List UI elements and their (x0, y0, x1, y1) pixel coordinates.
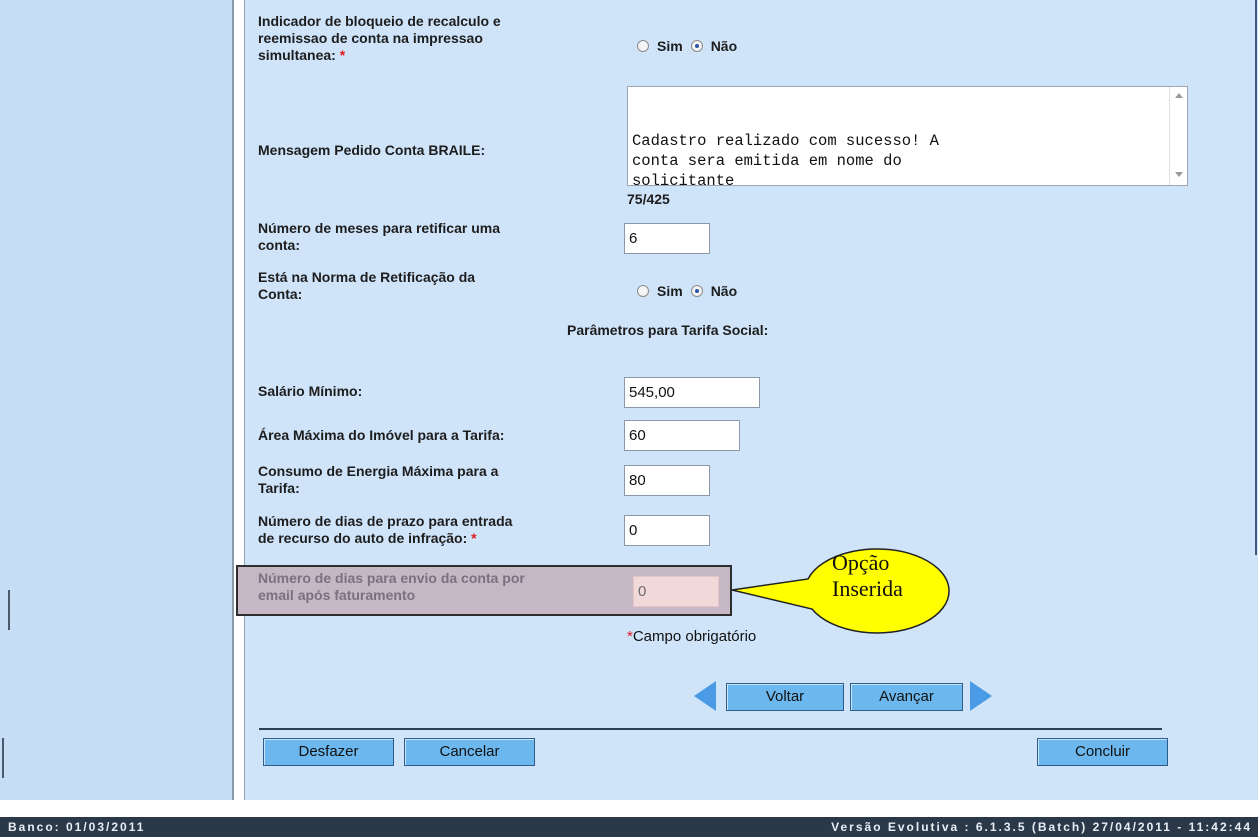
dias-envio-email-label-line1: Número de dias para envio da conta por (258, 570, 525, 586)
bloqueio-option-nao-label: Não (710, 38, 738, 54)
footer-gap (0, 800, 1258, 817)
consumo-energia-input[interactable]: 80 (624, 465, 710, 496)
norma-retificacao-label: Está na Norma de Retificação da Conta: (258, 269, 475, 303)
dias-recurso-label-line2: de recurso do auto de infração: (258, 530, 468, 546)
scroll-down-icon[interactable] (1175, 172, 1183, 177)
bloqueio-radio-sim[interactable] (637, 40, 649, 52)
left-sidebar (0, 0, 232, 800)
voltar-button[interactable]: Voltar (726, 683, 844, 711)
bloqueio-radio-group: Sim Não (637, 38, 745, 54)
mensagem-braile-label: Mensagem Pedido Conta BRAILE: (258, 142, 486, 158)
consumo-energia-label-line2: Tarifa: (258, 480, 300, 496)
arrow-right-icon[interactable] (970, 681, 992, 711)
required-note: *Campo obrigatório (627, 628, 756, 645)
left-edge-mark (8, 590, 10, 630)
norma-radio-nao[interactable] (690, 285, 703, 297)
area-maxima-input[interactable]: 60 (624, 420, 740, 451)
scroll-up-icon[interactable] (1175, 93, 1183, 98)
cancelar-button[interactable]: Cancelar (404, 738, 535, 766)
callout-text: Opção Inserida (832, 550, 903, 602)
dias-recurso-label-line1: Número de dias de prazo para entrada (258, 513, 513, 529)
form-panel-border (244, 0, 245, 800)
meses-retificar-label: Número de meses para retificar uma conta… (258, 220, 500, 254)
required-asterisk: * (471, 530, 477, 546)
callout-line1: Opção (832, 550, 890, 575)
dias-envio-email-label: Número de dias para envio da conta por e… (258, 570, 525, 604)
actions-divider (259, 728, 1162, 730)
bloqueio-label-line3: simultanea: (258, 47, 336, 63)
norma-retificacao-label-line2: Conta: (258, 286, 303, 302)
panel-right-border (1255, 0, 1257, 555)
char-counter: 75/425 (627, 191, 670, 207)
meses-retificar-input[interactable]: 6 (624, 223, 710, 254)
avancar-button[interactable]: Avançar (850, 683, 963, 711)
norma-retificacao-radio-group: Sim Não (637, 283, 745, 299)
required-asterisk: * (339, 47, 346, 63)
bloqueio-option-sim-label: Sim (657, 38, 683, 54)
desfazer-button[interactable]: Desfazer (263, 738, 394, 766)
salario-minimo-label: Salário Mínimo: (258, 383, 363, 399)
footer-versao: Versão Evolutiva : 6.1.3.5 (Batch) 27/04… (831, 820, 1252, 834)
consumo-energia-label: Consumo de Energia Máxima para a Tarifa: (258, 463, 498, 497)
bloqueio-label-line2: reemissao de conta na impressao (258, 30, 483, 46)
norma-retificacao-label-line1: Está na Norma de Retificação da (258, 269, 476, 285)
norma-option-nao-label: Não (710, 283, 738, 299)
meses-retificar-label-line1: Número de meses para retificar uma (258, 220, 500, 236)
dias-envio-email-label-line2: email após faturamento (258, 587, 416, 603)
dias-recurso-input[interactable]: 0 (624, 515, 710, 546)
bloqueio-radio-nao[interactable] (690, 40, 703, 52)
status-footer: Banco: 01/03/2011 Versão Evolutiva : 6.1… (0, 817, 1258, 837)
concluir-button[interactable]: Concluir (1037, 738, 1168, 766)
mensagem-braile-textarea[interactable]: Cadastro realizado com sucesso! A conta … (627, 86, 1188, 190)
tarifa-social-heading: Parâmetros para Tarifa Social: (567, 322, 769, 338)
dias-recurso-label: Número de dias de prazo para entrada de … (258, 513, 512, 547)
norma-radio-sim[interactable] (637, 285, 649, 297)
salario-minimo-input[interactable]: 545,00 (624, 377, 760, 408)
footer-banco: Banco: 01/03/2011 (8, 820, 146, 834)
callout-line2: Inserida (832, 576, 903, 601)
dias-envio-email-input: 0 (633, 576, 719, 607)
required-note-text: Campo obrigatório (632, 628, 757, 645)
area-maxima-label: Área Máxima do Imóvel para a Tarifa: (258, 427, 505, 443)
mensagem-braile-text: Cadastro realizado com sucesso! A conta … (632, 132, 939, 190)
left-edge-mark-lower (2, 738, 4, 778)
consumo-energia-label-line1: Consumo de Energia Máxima para a (258, 463, 499, 479)
meses-retificar-label-line2: conta: (258, 237, 300, 253)
sidebar-divider (232, 0, 234, 800)
bloqueio-label: Indicador de bloqueio de recalculo e ree… (258, 13, 501, 64)
norma-option-sim-label: Sim (657, 283, 683, 299)
textarea-scrollbar[interactable] (1169, 87, 1187, 185)
bloqueio-label-line1: Indicador de bloqueio de recalculo e (258, 13, 501, 29)
arrow-left-icon[interactable] (694, 681, 716, 711)
